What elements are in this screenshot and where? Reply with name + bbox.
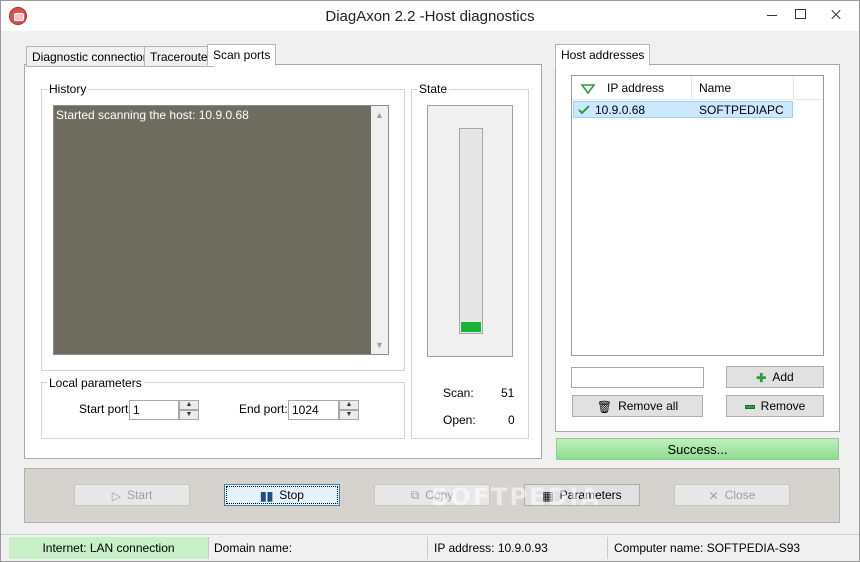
trash-icon: 🗑: [596, 399, 613, 414]
close-icon: ✕: [708, 488, 719, 503]
domain-name-status: Domain name:: [208, 537, 428, 559]
close-button[interactable]: ✕ Close: [674, 484, 790, 506]
state-label: State: [417, 82, 450, 96]
start-port-label: Start port:: [79, 402, 132, 416]
status-badge: Success...: [556, 438, 839, 460]
sort-filter-icon[interactable]: [581, 84, 595, 94]
column-ip-address[interactable]: IP address: [607, 81, 664, 95]
start-port-up-icon[interactable]: ▲: [179, 400, 199, 410]
start-port-spinner[interactable]: ▲ ▼: [129, 400, 199, 420]
tab-traceroute[interactable]: Traceroute: [144, 46, 214, 67]
host-address-list[interactable]: IP address Name 10.9.0.68 SOFTPEDIAPC: [571, 75, 824, 356]
copy-icon: ⧉: [410, 488, 420, 503]
end-port-spinner[interactable]: ▲ ▼: [288, 400, 359, 420]
column-divider: [691, 76, 692, 100]
start-port-down-icon[interactable]: ▼: [179, 410, 199, 420]
history-label: History: [47, 82, 89, 96]
open-count-value: 0: [508, 413, 515, 427]
ip-address-status: IP address: 10.9.0.93: [428, 537, 608, 559]
state-progress-fill: [461, 321, 481, 332]
tab-host-addresses[interactable]: Host addresses: [555, 44, 651, 66]
title-bar: DiagAxon 2.2 -Host diagnostics: [1, 1, 859, 31]
play-icon: ▷: [111, 488, 121, 503]
maximize-button[interactable]: [785, 3, 815, 25]
table-row[interactable]: 10.9.0.68 SOFTPEDIAPC: [573, 101, 793, 118]
internet-status: Internet: LAN connection: [9, 537, 209, 559]
check-icon: [578, 105, 590, 115]
window-title: DiagAxon 2.2 -Host diagnostics: [325, 8, 535, 25]
main-window: DiagAxon 2.2 -Host diagnostics Diagnosti…: [0, 0, 860, 562]
minimize-button[interactable]: [757, 3, 787, 25]
host-list-header: IP address Name: [572, 76, 823, 100]
row-host-name: SOFTPEDIAPC: [699, 103, 784, 117]
open-count-label: Open:: [443, 413, 476, 427]
local-parameters-label: Local parameters: [47, 376, 144, 390]
add-button[interactable]: ✚ Add: [726, 366, 824, 388]
scan-count-value: 51: [501, 386, 515, 400]
pause-icon: ▮▮: [260, 488, 274, 503]
row-ip-address: 10.9.0.68: [595, 103, 646, 117]
stop-button[interactable]: ▮▮ Stop: [224, 484, 340, 506]
end-port-down-icon[interactable]: ▼: [339, 410, 359, 420]
end-port-label: End port:: [239, 402, 288, 416]
start-port-input[interactable]: [129, 400, 179, 420]
watermark: SOFTPEDIA: [431, 483, 601, 511]
scroll-down-icon[interactable]: ▼: [375, 341, 384, 350]
end-port-up-icon[interactable]: ▲: [339, 400, 359, 410]
scan-count-label: Scan:: [443, 386, 474, 400]
end-port-input[interactable]: [288, 400, 339, 420]
scroll-up-icon[interactable]: ▲: [375, 111, 384, 120]
history-log[interactable]: Started scanning the host: 10.9.0.68 ▲ ▼: [53, 105, 389, 355]
state-progress-track: [459, 128, 483, 334]
start-button[interactable]: ▷ Start: [74, 484, 190, 506]
host-address-input[interactable]: [571, 367, 704, 388]
state-indicator: [427, 105, 513, 357]
history-scrollbar[interactable]: ▲ ▼: [371, 106, 388, 354]
column-name[interactable]: Name: [699, 81, 731, 95]
column-divider: [793, 76, 794, 100]
status-bar: Internet: LAN connection Domain name: IP…: [1, 534, 859, 561]
computer-name-status: Computer name: SOFTPEDIA-S93: [614, 541, 801, 555]
history-log-text: Started scanning the host: 10.9.0.68: [56, 108, 249, 122]
remove-all-button[interactable]: 🗑 Remove all: [572, 395, 703, 417]
tab-diagnostic-connection[interactable]: Diagnostic connection: [26, 46, 156, 67]
add-icon: ✚: [756, 370, 767, 385]
minus-icon: [744, 404, 755, 409]
close-window-button[interactable]: [814, 3, 858, 25]
remove-button[interactable]: Remove: [726, 395, 824, 417]
tab-scan-ports[interactable]: Scan ports: [207, 44, 277, 66]
